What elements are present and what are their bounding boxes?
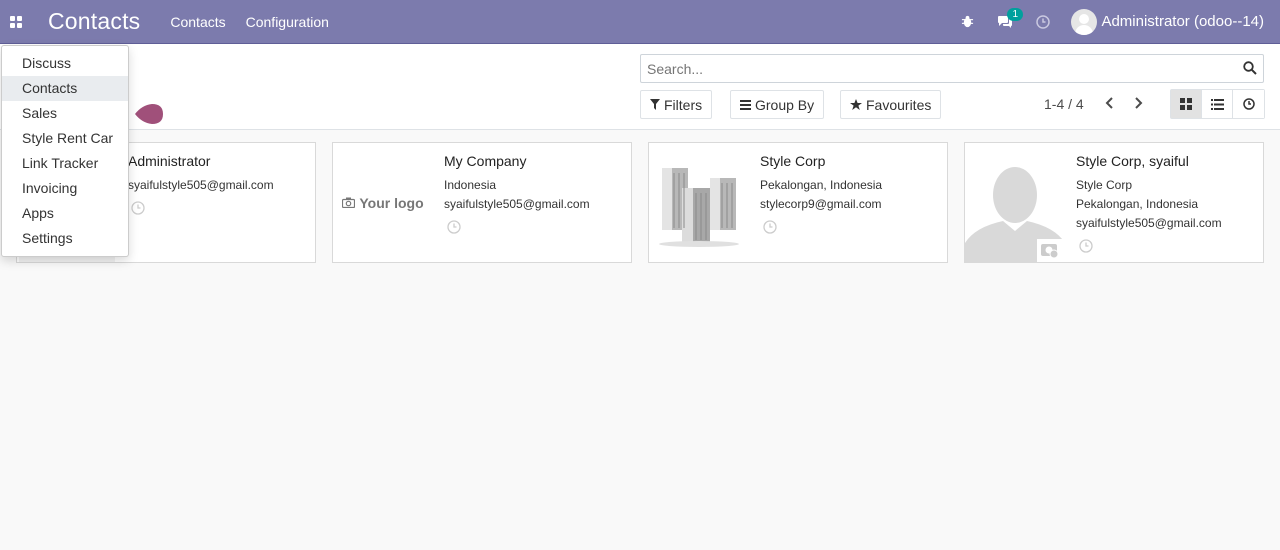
filters-button[interactable]: Filters xyxy=(640,90,713,119)
contact-name: My Company xyxy=(444,153,527,169)
kanban-view-icon[interactable] xyxy=(1171,90,1202,118)
contact-card[interactable]: Style Corp, syaiful Style Corp Pekalonga… xyxy=(964,142,1264,263)
apps-menu-button[interactable] xyxy=(0,0,32,44)
messages-badge: 1 xyxy=(1007,7,1023,21)
view-switcher xyxy=(1170,89,1265,119)
top-navbar: Contacts Contacts Configuration 1 Admini… xyxy=(0,0,1280,44)
activity-clock-icon[interactable] xyxy=(1024,14,1062,29)
cursor-pointer-icon xyxy=(134,103,164,125)
filters-label: Filters xyxy=(664,96,703,113)
menu-configuration[interactable]: Configuration xyxy=(246,14,329,30)
app-item-sales[interactable]: Sales xyxy=(2,101,128,126)
contact-card[interactable]: Your logo My Company Indonesia syaifulst… xyxy=(332,142,632,263)
contact-name: Style Corp, syaiful xyxy=(1076,153,1189,169)
group-by-label: Group By xyxy=(755,96,815,113)
activity-clock-icon[interactable] xyxy=(131,201,145,220)
app-item-invoicing[interactable]: Invoicing xyxy=(2,176,128,201)
user-name: Administrator (odoo--14) xyxy=(1101,13,1264,30)
camera-icon xyxy=(1041,244,1059,259)
app-item-discuss[interactable]: Discuss xyxy=(2,51,128,76)
app-item-settings[interactable]: Settings xyxy=(2,226,128,251)
activity-clock-icon[interactable] xyxy=(763,220,777,239)
filter-icon xyxy=(650,99,660,110)
camera-icon xyxy=(342,197,356,208)
group-by-icon xyxy=(740,99,751,110)
search-bar[interactable] xyxy=(640,54,1264,83)
group-by-button[interactable]: Group By xyxy=(730,90,825,119)
debug-icon[interactable] xyxy=(948,15,986,28)
contact-country: Indonesia xyxy=(444,178,497,192)
activity-view-icon[interactable] xyxy=(1233,90,1264,118)
search-icon[interactable] xyxy=(1243,61,1257,80)
contact-company: Style Corp xyxy=(1076,178,1133,192)
contact-email: syaifulstyle505@gmail.com xyxy=(1076,216,1222,230)
control-panel: Filters Group By Favourites 1-4 / 4 xyxy=(0,44,1280,130)
contact-card[interactable]: Style Corp Pekalongan, Indonesia styleco… xyxy=(648,142,948,263)
activity-clock-icon[interactable] xyxy=(1079,239,1093,258)
activity-clock-icon[interactable] xyxy=(447,220,461,239)
search-input[interactable] xyxy=(647,60,1237,77)
star-icon xyxy=(850,98,862,110)
person-placeholder-image xyxy=(965,143,1065,262)
app-item-contacts[interactable]: Contacts xyxy=(2,76,128,101)
contact-address: Pekalongan, Indonesia xyxy=(760,178,883,192)
contact-email: syaifulstyle505@gmail.com xyxy=(444,197,590,211)
user-menu[interactable]: Administrator (odoo--14) xyxy=(1071,8,1264,35)
contact-name: Administrator xyxy=(128,153,211,169)
messaging-icon[interactable]: 1 xyxy=(986,7,1024,29)
contact-email: syaifulstyle505@gmail.com xyxy=(128,178,274,192)
pager-value[interactable]: 1-4 / 4 xyxy=(1044,96,1084,112)
app-item-link-tracker[interactable]: Link Tracker xyxy=(2,151,128,176)
app-item-style-rent-car[interactable]: Style Rent Car xyxy=(2,126,128,151)
app-item-apps[interactable]: Apps xyxy=(2,201,128,226)
favourites-label: Favourites xyxy=(866,96,932,113)
list-view-icon[interactable] xyxy=(1202,90,1233,118)
app-brand[interactable]: Contacts xyxy=(48,8,140,35)
company-building-image xyxy=(649,143,749,262)
favourites-button[interactable]: Favourites xyxy=(840,90,942,119)
pager-next-icon[interactable] xyxy=(1133,96,1143,113)
menu-contacts[interactable]: Contacts xyxy=(170,14,225,30)
company-logo: Your logo xyxy=(333,143,433,262)
apps-grid-icon xyxy=(10,15,22,28)
contact-email: stylecorp9@gmail.com xyxy=(760,197,882,211)
contact-address: Pekalongan, Indonesia xyxy=(1076,197,1199,211)
apps-dropdown-menu: Discuss Contacts Sales Style Rent Car Li… xyxy=(1,45,129,257)
logo-placeholder-text: Your logo xyxy=(359,194,424,211)
contact-name: Style Corp xyxy=(760,153,826,169)
user-avatar xyxy=(1071,8,1098,35)
pager-previous-icon[interactable] xyxy=(1105,96,1115,113)
